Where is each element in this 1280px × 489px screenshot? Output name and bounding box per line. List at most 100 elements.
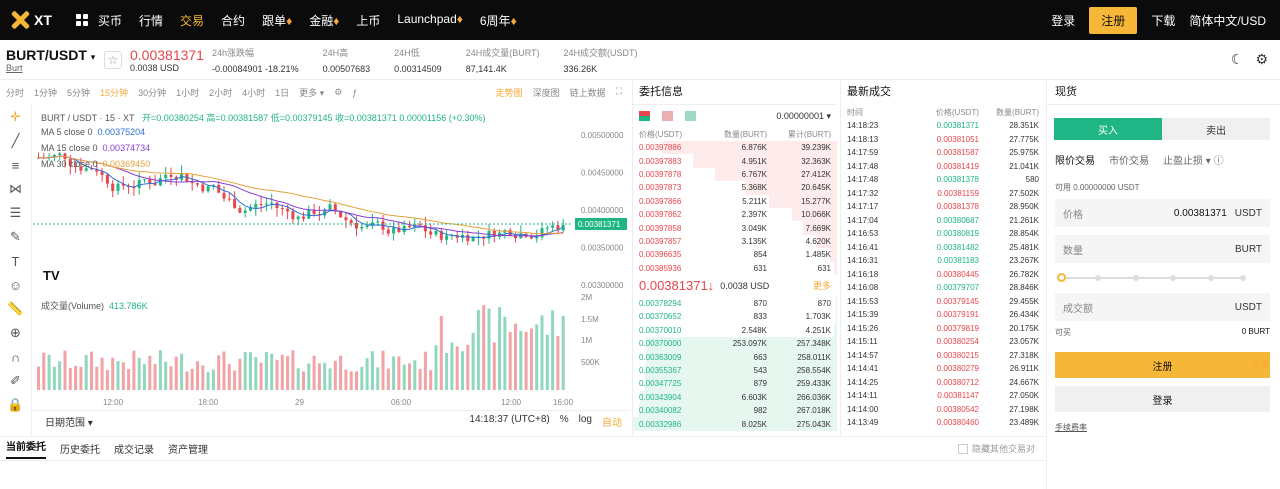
interval-4h[interactable]: 4小时 <box>242 86 265 99</box>
bid-row[interactable]: 0.00370652 833 1.703K <box>633 310 837 324</box>
register-button[interactable]: 注册 <box>1089 6 1138 34</box>
ask-row[interactable]: 0.00396635 854 1.485K <box>633 248 837 262</box>
interval-1d[interactable]: 1日 <box>275 86 289 99</box>
magnet-icon[interactable]: ∩ <box>0 345 31 369</box>
tab-market-order[interactable]: 市价交易 <box>1109 152 1149 167</box>
bid-row[interactable]: 0.00355367 543 258.554K <box>633 363 837 378</box>
bid-row[interactable]: 0.00370010 2.548K 4.251K <box>633 323 837 338</box>
bid-row[interactable]: 0.00343904 6.603K 266.036K <box>633 390 837 405</box>
nav-listing[interactable]: 上币 <box>356 12 380 29</box>
emoji-icon[interactable]: ☺ <box>0 273 31 297</box>
tab-onchain-data[interactable]: 链上数据 <box>570 86 606 99</box>
indicator-settings-icon[interactable]: ⚙ <box>334 87 342 98</box>
amount-slider[interactable] <box>1057 273 1247 283</box>
interval-more[interactable]: 更多 ▾ <box>299 86 324 99</box>
zoom-in-icon[interactable]: ⊕ <box>0 321 31 345</box>
nav-futures[interactable]: 合约 <box>221 12 245 29</box>
book-bids-icon[interactable] <box>662 111 673 121</box>
ask-row[interactable]: 0.00397857 3.135K 4.620K <box>633 234 837 249</box>
login-link[interactable]: 登录 <box>1051 12 1075 29</box>
apps-grid-icon[interactable] <box>76 14 88 26</box>
interval-5m[interactable]: 5分钟 <box>67 86 90 99</box>
hide-other-pairs-checkbox[interactable] <box>957 443 968 454</box>
ruler-icon[interactable]: 📏 <box>0 297 31 321</box>
nav-trade[interactable]: 交易 <box>180 12 204 29</box>
tab-open-orders[interactable]: 当前委托 <box>6 438 46 459</box>
price-chart[interactable]: 0.00500000 0.00450000 0.00400000 0.00350000… <box>33 105 630 435</box>
candle <box>418 224 422 226</box>
register-action-button[interactable]: 注册 <box>1055 352 1270 378</box>
ask-row[interactable]: 0.00397858 3.049K 7.669K <box>633 221 837 235</box>
crosshair-icon[interactable]: ✛ <box>0 105 31 129</box>
total-input[interactable]: 成交额 USDT <box>1055 293 1270 321</box>
tab-trend-chart[interactable]: 走势图 <box>496 86 523 99</box>
language-currency-select[interactable]: 简体中文/USD <box>1189 12 1266 29</box>
nav-finance[interactable]: 金融♦ <box>309 12 339 29</box>
tab-order-history[interactable]: 历史委托 <box>60 441 100 456</box>
ask-row[interactable]: 0.00397886 6.876K 39.239K <box>633 141 837 155</box>
xt-logo[interactable]: XT <box>10 10 58 30</box>
book-both-icon[interactable] <box>639 111 650 121</box>
book-asks-icon[interactable] <box>685 111 696 121</box>
percent-toggle[interactable]: % <box>560 414 569 429</box>
download-link[interactable]: 下载 <box>1151 12 1175 29</box>
nav-buy-crypto[interactable]: 买币 <box>98 12 122 29</box>
bid-row[interactable]: 0.00363009 663 258.011K <box>633 350 837 364</box>
auto-toggle[interactable]: 自动 <box>602 414 622 429</box>
ask-row[interactable]: 0.00385936 631 631 <box>633 261 837 275</box>
sell-tab[interactable]: 卖出 <box>1162 118 1270 140</box>
slider-handle[interactable] <box>1057 273 1066 282</box>
ask-row[interactable]: 0.00397883 4.951K 32.363K <box>633 154 837 168</box>
pair-subname[interactable]: Burt <box>6 63 96 73</box>
bid-row[interactable]: 0.00378294 870 870 <box>633 296 837 311</box>
volume-bar <box>190 368 194 390</box>
text-tool-icon[interactable]: T <box>0 249 31 273</box>
tab-stop-order[interactable]: 止盈止损 ▾ ⓘ <box>1163 152 1224 167</box>
nav-anniversary[interactable]: 6周年♦ <box>480 12 517 29</box>
lock-pencil-icon[interactable]: ✐ <box>0 369 31 393</box>
price-input[interactable]: 价格 0.00381371 USDT <box>1055 199 1270 227</box>
horizontal-lines-icon[interactable]: ≡ <box>0 153 31 177</box>
pair-selector[interactable]: BURT/USDT ▾ Burt <box>6 47 96 73</box>
tab-limit-order[interactable]: 限价交易 <box>1055 152 1095 167</box>
tab-trade-history[interactable]: 成交记录 <box>114 441 154 456</box>
moon-icon[interactable]: ☾ <box>1231 51 1244 68</box>
ask-row[interactable]: 0.00397866 5.211K 15.277K <box>633 194 837 208</box>
all-button[interactable]: 全部 <box>1252 357 1270 370</box>
log-toggle[interactable]: log <box>579 414 592 429</box>
favorite-star-icon[interactable]: ☆ <box>104 50 122 69</box>
ask-row[interactable]: 0.00397862 2.397K 10.066K <box>633 207 837 222</box>
buy-tab[interactable]: 买入 <box>1054 118 1162 140</box>
nav-launchpad[interactable]: Launchpad♦ <box>397 12 463 29</box>
tab-depth-chart[interactable]: 深度图 <box>533 86 560 99</box>
nav-markets[interactable]: 行情 <box>139 12 163 29</box>
fullscreen-icon[interactable]: ⛶ <box>616 86 622 99</box>
trendline-icon[interactable]: ╱ <box>0 129 31 153</box>
brush-icon[interactable]: ✎ <box>0 225 31 249</box>
login-action-button[interactable]: 登录 <box>1055 386 1270 412</box>
decimals-select[interactable]: 0.00000001 ▾ <box>776 111 831 122</box>
interval-1m[interactable]: 1分钟 <box>34 86 57 99</box>
settings-gear-icon[interactable]: ⚙ <box>1255 51 1268 68</box>
more-link[interactable]: 更多 <box>813 279 831 292</box>
bid-row[interactable]: 0.00370000 253.097K 257.348K <box>633 337 837 351</box>
pattern-icon[interactable]: ⋈ <box>0 177 31 201</box>
tab-assets[interactable]: 资产管理 <box>168 441 208 456</box>
fee-rate-link[interactable]: 手续费率 <box>1055 422 1280 433</box>
bid-row[interactable]: 0.00340082 982 267.018K <box>633 404 837 418</box>
interval-2h[interactable]: 2小时 <box>209 86 232 99</box>
fib-icon[interactable]: ☰ <box>0 201 31 225</box>
bid-row[interactable]: 0.00347725 879 259.433K <box>633 377 837 391</box>
quantity-input[interactable]: 数量 BURT <box>1055 235 1270 263</box>
ask-row[interactable]: 0.00397878 6.767K 27.412K <box>633 167 837 182</box>
lock-icon[interactable]: 🔒 <box>0 393 31 417</box>
interval-timeline[interactable]: 分时 <box>6 86 24 99</box>
interval-1h[interactable]: 1小时 <box>176 86 199 99</box>
interval-30m[interactable]: 30分钟 <box>138 86 166 99</box>
bid-row[interactable]: 0.00332986 8.025K 275.043K <box>633 417 837 431</box>
date-range-select[interactable]: 日期范围 ▾ <box>45 414 93 429</box>
interval-15m[interactable]: 15分钟 <box>100 86 128 99</box>
nav-copy-trading[interactable]: 跟单♦ <box>262 12 292 29</box>
ask-row[interactable]: 0.00397873 5.368K 20.645K <box>633 181 837 195</box>
indicators-fx-icon[interactable]: ƒ <box>352 88 357 98</box>
